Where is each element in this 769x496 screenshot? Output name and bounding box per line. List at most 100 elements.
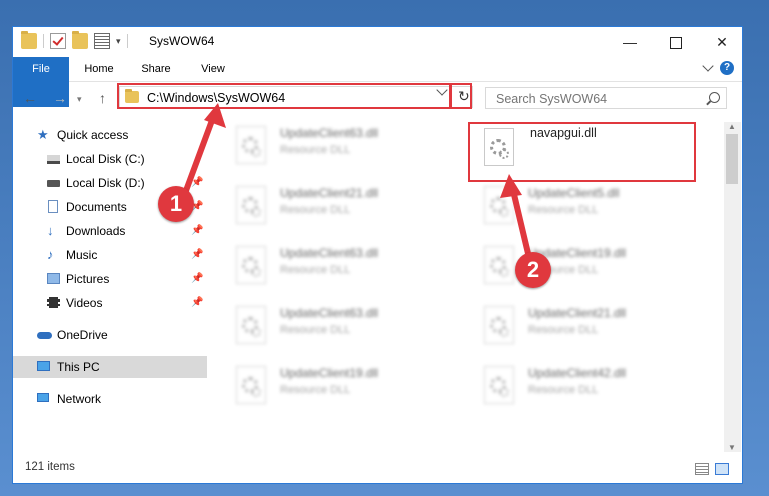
file-name: UpdateClient63.dll (280, 246, 379, 260)
quick-access-toolbar: ▾ (21, 31, 128, 49)
file-name: UpdateClient5.dll (528, 186, 620, 200)
pin-icon: 📌 (191, 249, 204, 260)
scrollbar-thumb[interactable] (726, 134, 738, 184)
gear-icon (251, 147, 261, 157)
drive-icon (47, 180, 60, 187)
onedrive-icon (37, 332, 52, 339)
file-item[interactable]: UpdateClient21.dll Resource DLL (484, 304, 704, 354)
properties-check-icon[interactable] (50, 33, 66, 49)
recent-locations-button[interactable]: ▾ (77, 94, 82, 105)
expand-ribbon-chevron-icon[interactable] (702, 60, 714, 72)
file-item[interactable]: UpdateClient63.dll Resource DLL (236, 244, 456, 294)
sidebar-item-local-disk-c[interactable]: Local Disk (C:) (13, 148, 207, 170)
dll-file-icon (236, 186, 266, 224)
star-icon: ★ (37, 127, 49, 142)
new-folder-icon[interactable] (72, 31, 88, 49)
file-type: Resource DLL (280, 384, 351, 396)
sidebar-item-videos[interactable]: Videos 📌 (13, 292, 207, 314)
sidebar-item-downloads[interactable]: ↓ Downloads 📌 (13, 220, 207, 242)
file-item[interactable]: UpdateClient42.dll Resource DLL (484, 364, 704, 414)
music-icon: ♪ (47, 247, 54, 262)
sidebar-item-network[interactable]: Network (13, 388, 207, 410)
maximize-button[interactable] (653, 27, 699, 57)
ribbon-controls: ? (702, 60, 734, 75)
sidebar-item-label: Local Disk (D:) (66, 176, 145, 190)
file-item[interactable]: UpdateClient63.dll Resource DLL (236, 124, 456, 174)
file-item[interactable]: UpdateClient63.dll Resource DLL (236, 304, 456, 354)
customize-toolbar-chevron-icon[interactable]: ▾ (116, 36, 121, 47)
navigation-pane: ★ Quick access Local Disk (C:) Local Dis… (13, 122, 207, 452)
up-button[interactable]: ↑ (99, 90, 106, 106)
pin-icon: 📌 (191, 225, 204, 236)
gear-icon (499, 207, 509, 217)
file-item[interactable]: UpdateClient5.dll Resource DLL (484, 184, 704, 234)
sidebar-item-label: Network (57, 392, 102, 406)
sidebar-item-label: Quick access (57, 128, 129, 142)
file-type: Resource DLL (280, 144, 351, 156)
dll-file-icon (484, 186, 514, 224)
sidebar-item-label: Documents (66, 200, 127, 214)
file-type: Resource DLL (528, 204, 599, 216)
tab-share[interactable]: Share (137, 57, 175, 81)
maximize-icon (670, 37, 682, 50)
gear-icon (251, 327, 261, 337)
file-type: Resource DLL (528, 324, 599, 336)
sidebar-item-onedrive[interactable]: OneDrive (13, 324, 207, 346)
address-bar[interactable]: C:\Windows\SysWOW64 ↻ (119, 84, 473, 108)
gear-icon (499, 387, 509, 397)
back-button[interactable]: ← (23, 90, 37, 106)
search-icon[interactable] (709, 92, 720, 103)
file-item[interactable]: UpdateClient19.dll Resource DLL (236, 364, 456, 414)
sidebar-item-pictures[interactable]: Pictures 📌 (13, 268, 207, 290)
gear-icon (499, 267, 509, 277)
file-list: UpdateClient63.dll Resource DLL UpdateCl… (218, 122, 718, 452)
help-icon[interactable]: ? (720, 61, 734, 75)
gear-icon (499, 327, 509, 337)
ribbon: File Home Share View ? (13, 57, 742, 107)
file-type: Resource DLL (280, 324, 351, 336)
address-path[interactable]: C:\Windows\SysWOW64 (147, 91, 285, 105)
tab-home[interactable]: Home (79, 57, 119, 81)
gear-icon (251, 267, 261, 277)
address-dropdown-chevron-icon[interactable] (436, 84, 448, 96)
item-count: 121 items (25, 461, 75, 473)
gear-icon (251, 207, 261, 217)
close-button[interactable]: ✕ (699, 27, 742, 57)
vertical-scrollbar[interactable]: ▲ ▼ (724, 122, 741, 452)
refresh-button[interactable]: ↻ (458, 88, 470, 105)
large-icons-view-icon[interactable] (715, 463, 729, 475)
scroll-up-icon[interactable]: ▲ (728, 122, 736, 131)
dll-file-icon (236, 366, 266, 404)
documents-icon (48, 200, 58, 213)
file-name: UpdateClient42.dll (528, 366, 627, 380)
title-bar: ▾ SysWOW64 — ✕ (13, 27, 742, 57)
properties-icon[interactable] (94, 33, 110, 49)
file-name: UpdateClient63.dll (280, 126, 379, 140)
minimize-button[interactable]: — (607, 27, 653, 57)
file-type: Resource DLL (280, 204, 351, 216)
file-name: UpdateClient21.dll (528, 306, 627, 320)
dll-file-icon (484, 366, 514, 404)
step-1-badge: 1 (158, 186, 194, 222)
toolbar-separator (43, 34, 44, 48)
navigation-bar: ← → ▾ ↑ C:\Windows\SysWOW64 ↻ (13, 82, 742, 114)
forward-button[interactable]: → (53, 90, 67, 106)
sidebar-item-label: Pictures (66, 272, 110, 286)
drive-icon (47, 155, 60, 164)
file-item[interactable]: UpdateClient21.dll Resource DLL (236, 184, 456, 234)
search-box[interactable] (485, 87, 727, 109)
sidebar-item-this-pc[interactable]: This PC (13, 356, 207, 378)
sidebar-item-music[interactable]: ♪ Music 📌 (13, 244, 207, 266)
sidebar-item-quick-access[interactable]: ★ Quick access (13, 124, 207, 146)
this-pc-icon (37, 361, 50, 371)
scroll-down-icon[interactable]: ▼ (728, 443, 736, 452)
toolbar-separator (126, 34, 128, 48)
tab-view[interactable]: View (195, 57, 231, 81)
details-view-icon[interactable] (695, 463, 709, 475)
file-item-navapgui[interactable]: navapgui.dll (484, 126, 704, 176)
file-name: UpdateClient21.dll (280, 186, 379, 200)
videos-icon (47, 297, 60, 308)
search-input[interactable] (494, 90, 698, 108)
dll-file-icon (236, 246, 266, 284)
network-icon (37, 393, 49, 402)
